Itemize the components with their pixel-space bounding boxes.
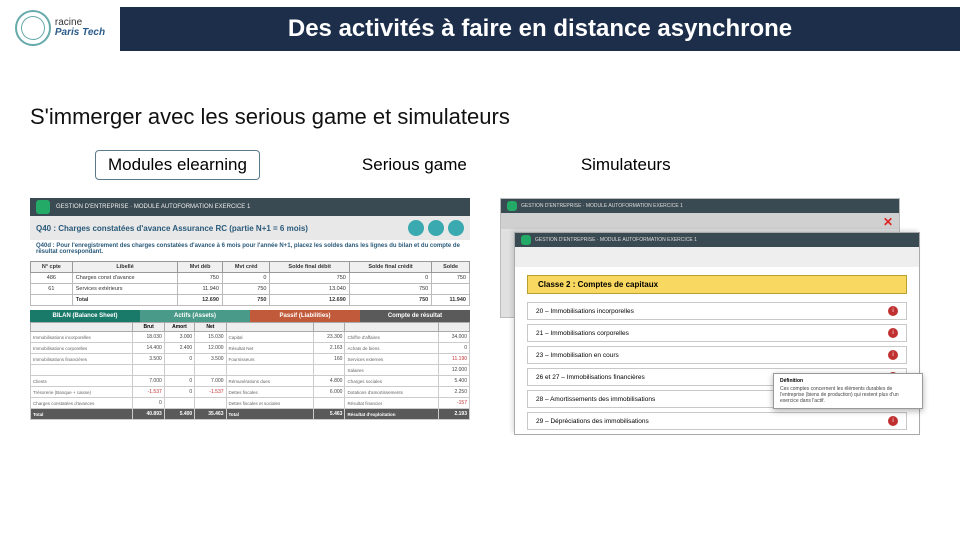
sim-account-row[interactable]: 20 – Immobilisations incorporellesi bbox=[527, 302, 907, 320]
logo-text: racine Paris Tech bbox=[55, 18, 105, 38]
menu-icon bbox=[448, 220, 464, 236]
module-badge-icon bbox=[36, 200, 50, 214]
bilan-table: BrutAmortNet Immobilisations incorporell… bbox=[30, 322, 470, 420]
tab-simulateurs[interactable]: Simulateurs bbox=[569, 151, 683, 179]
category-tabs: Modules elearning Serious game Simulateu… bbox=[95, 150, 960, 180]
info-dot-icon[interactable]: i bbox=[888, 350, 898, 360]
sim-account-row[interactable]: 29 – Dépréciations des immobilisationsi bbox=[527, 412, 907, 430]
section-heading: S'immerger avec les serious game et simu… bbox=[30, 104, 960, 130]
sim-account-row[interactable]: 23 – Immobilisation en coursi bbox=[527, 346, 907, 364]
definition-tooltip: Définition Ces comptes concernent les él… bbox=[773, 373, 923, 409]
bilan-group-header: BILAN (Balance Sheet) Actifs (Assets) Pa… bbox=[30, 310, 470, 322]
sim-window-front: GESTION D'ENTREPRISE · MODULE AUTOFORMAT… bbox=[514, 232, 920, 435]
slide-header: racine Paris Tech Des activités à faire … bbox=[0, 0, 960, 56]
screenshots-row: GESTION D'ENTREPRISE · MODULE AUTOFORMAT… bbox=[0, 198, 960, 488]
info-dot-icon[interactable]: i bbox=[888, 328, 898, 338]
close-icon[interactable]: ✕ bbox=[883, 215, 893, 229]
sim-class-header: Classe 2 : Comptes de capitaux bbox=[527, 275, 907, 294]
module-question-title: Q40 : Charges constatées d'avance Assura… bbox=[30, 216, 470, 240]
sim-badge-icon bbox=[507, 201, 517, 211]
sim-badge-icon bbox=[521, 235, 531, 245]
book-icon bbox=[428, 220, 444, 236]
info-dot-icon[interactable]: i bbox=[888, 416, 898, 426]
module-breadcrumb: GESTION D'ENTREPRISE · MODULE AUTOFORMAT… bbox=[30, 198, 470, 216]
globe-icon bbox=[15, 10, 51, 46]
module-question-desc: Q40d : Pour l'enregistrement des charges… bbox=[30, 240, 470, 261]
screenshot-elearning: GESTION D'ENTREPRISE · MODULE AUTOFORMAT… bbox=[30, 198, 470, 488]
info-dot-icon[interactable]: i bbox=[888, 306, 898, 316]
sim-account-row[interactable]: 21 – Immobilisations corporellesi bbox=[527, 324, 907, 342]
tab-modules-elearning[interactable]: Modules elearning bbox=[95, 150, 260, 180]
page-title: Des activités à faire en distance asynch… bbox=[120, 7, 960, 51]
tab-serious-game[interactable]: Serious game bbox=[350, 151, 479, 179]
logo-paristech: racine Paris Tech bbox=[0, 0, 120, 56]
screenshot-simulateur: GESTION D'ENTREPRISE · MODULE AUTOFORMAT… bbox=[500, 198, 920, 488]
scales-icon bbox=[408, 220, 424, 236]
accounting-top-table: N° cpteLibelléMvt débMvt crédSolde final… bbox=[30, 261, 470, 306]
